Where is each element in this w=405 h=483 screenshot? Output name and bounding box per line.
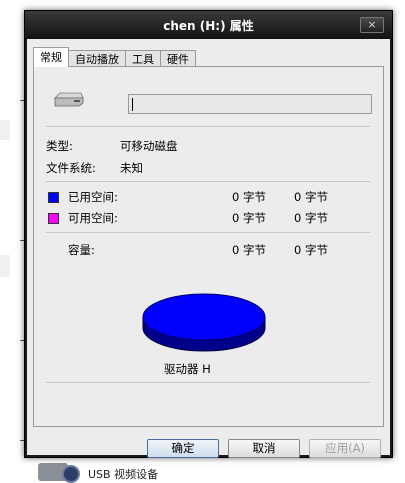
divider [46, 382, 370, 383]
disk-usage-pie [142, 293, 266, 352]
general-tab-panel: 类型: 可移动磁盘 文件系统: 未知 已用空间: 0 字节 0 字节 可用空间:… [33, 66, 384, 427]
text-caret [132, 98, 133, 111]
tab-strip: 常规 自动播放 工具 硬件 [33, 47, 196, 67]
apply-button[interactable]: 应用(A) [309, 439, 381, 458]
free-space-bytes: 0 字节 [232, 211, 266, 225]
used-space-bytes: 0 字节 [232, 190, 266, 204]
background-strip [0, 120, 10, 140]
free-space-size: 0 字节 [294, 211, 328, 225]
tab-tools[interactable]: 工具 [125, 50, 161, 67]
tab-general[interactable]: 常规 [33, 47, 69, 67]
free-space-swatch [48, 213, 59, 224]
divider [46, 181, 370, 182]
title-bar[interactable]: chen (H:) 属性 × [25, 11, 392, 41]
tab-autoplay[interactable]: 自动播放 [68, 50, 126, 67]
close-button[interactable]: × [360, 17, 384, 33]
type-value: 可移动磁盘 [120, 139, 178, 153]
drive-letter-label: 驱动器 H [164, 362, 211, 376]
used-space-label: 已用空间: [68, 190, 118, 204]
properties-dialog: chen (H:) 属性 × 常规 自动播放 工具 硬件 类型: 可移动磁盘 文… [24, 10, 393, 458]
capacity-size: 0 字节 [294, 243, 328, 257]
usb-video-device-label: USB 视频设备 [88, 468, 159, 481]
used-space-swatch [48, 192, 59, 203]
removable-drive-icon [54, 92, 84, 107]
type-label: 类型: [46, 139, 73, 153]
divider [46, 232, 370, 233]
tab-hardware[interactable]: 硬件 [160, 50, 196, 67]
capacity-label: 容量: [68, 243, 95, 257]
divider [46, 126, 370, 127]
capacity-bytes: 0 字节 [232, 243, 266, 257]
used-space-size: 0 字节 [294, 190, 328, 204]
camera-icon [34, 459, 82, 483]
filesystem-value: 未知 [120, 161, 143, 175]
free-space-label: 可用空间: [68, 211, 118, 225]
usb-video-device-item[interactable]: USB 视频设备 [34, 458, 158, 483]
cancel-button[interactable]: 取消 [228, 439, 300, 458]
drive-name-input[interactable] [128, 94, 372, 114]
background-strip [0, 255, 10, 277]
dialog-client-area: 常规 自动播放 工具 硬件 类型: 可移动磁盘 文件系统: 未知 已用空间: 0… [27, 39, 390, 458]
filesystem-label: 文件系统: [46, 161, 96, 175]
ok-button[interactable]: 确定 [147, 439, 219, 458]
window-title: chen (H:) 属性 [163, 19, 254, 33]
